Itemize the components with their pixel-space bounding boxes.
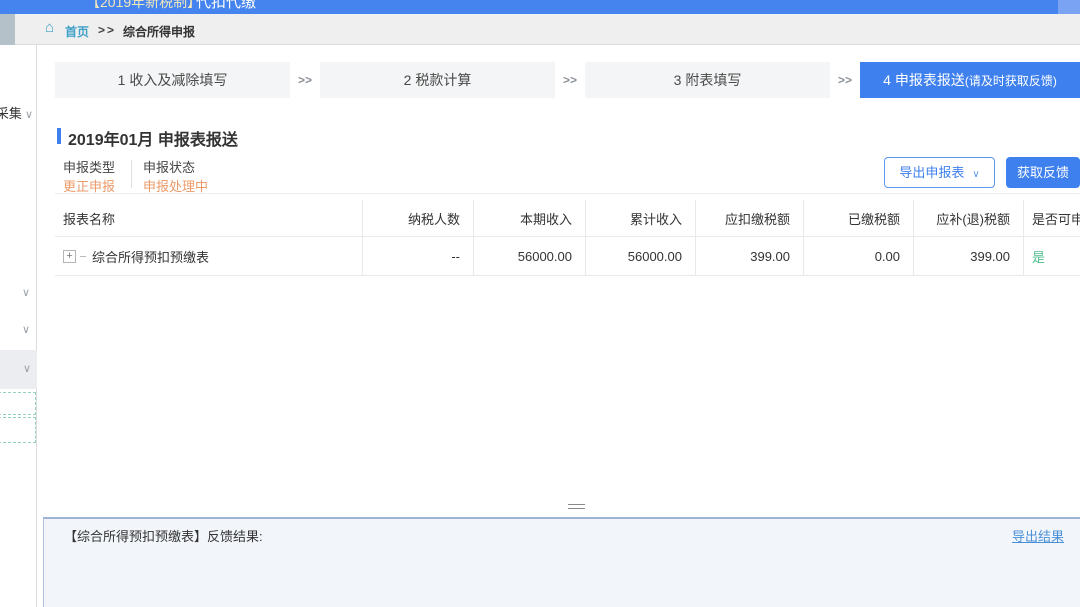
section-title-accent-bar xyxy=(57,128,61,144)
cell-withholding-tax: 399.00 xyxy=(695,237,803,276)
sidebar-item-collection[interactable]: 采集∨ xyxy=(0,103,33,122)
sidebar-item-active[interactable]: ∨ xyxy=(0,350,37,389)
topbar-corner-fragment xyxy=(1058,0,1080,14)
tree-line xyxy=(80,256,86,257)
top-nav-bar: 【2019年新税制】 代扣代缴 xyxy=(0,0,1080,14)
step-separator: >> xyxy=(830,62,860,98)
chevron-down-icon[interactable]: ∨ xyxy=(22,286,30,299)
cell-current-income: 56000.00 xyxy=(473,237,585,276)
step-tab-suffix: (请及时获取反馈) xyxy=(965,74,1057,88)
breadcrumb: ⌂ 首页 >> 综合所得申报 xyxy=(15,14,1080,45)
step-separator: >> xyxy=(290,62,320,98)
sidebar-corner-block xyxy=(0,14,15,45)
home-icon: ⌂ xyxy=(45,19,54,36)
cell-declarable: 是 xyxy=(1023,237,1080,276)
chevron-down-icon: ∨ xyxy=(25,109,33,121)
feedback-panel-title: 【综合所得预扣预缴表】反馈结果: xyxy=(64,526,263,545)
report-name-text: 综合所得预扣预缴表 xyxy=(92,247,209,266)
chevron-down-icon[interactable]: ∨ xyxy=(22,323,30,336)
sidebar-dashed-item[interactable] xyxy=(0,392,36,415)
breadcrumb-home-link[interactable]: 首页 xyxy=(65,23,89,40)
declaration-table: 报表名称 纳税人数 本期收入 累计收入 应扣缴税额 已缴税额 应补(退)税额 是… xyxy=(55,200,1080,276)
chevron-down-icon: ∨ xyxy=(972,169,979,180)
section-divider xyxy=(55,193,1080,194)
breadcrumb-current: 综合所得申报 xyxy=(123,23,195,40)
col-header-total-income: 累计收入 xyxy=(585,200,695,237)
declare-status-label: 申报状态 xyxy=(143,157,195,176)
step-tab-label: 2 税款计算 xyxy=(404,72,472,88)
page-title: 2019年01月 申报表报送 xyxy=(68,126,238,150)
step-tab-income[interactable]: 1 收入及减除填写 xyxy=(55,62,290,98)
cell-taxpayers: -- xyxy=(362,237,473,276)
step-tab-label: 3 附表填写 xyxy=(674,72,742,88)
cell-paid-tax: 0.00 xyxy=(803,237,913,276)
top-nav-tab-withholding[interactable]: 代扣代缴 xyxy=(196,0,256,12)
meta-divider xyxy=(131,160,132,188)
sidebar-item-label: 采集 xyxy=(0,106,22,121)
col-header-current-income: 本期收入 xyxy=(473,200,585,237)
step-tab-label: 1 收入及减除填写 xyxy=(118,72,228,88)
expand-row-icon[interactable]: + xyxy=(63,250,76,263)
export-button-label: 导出申报表 xyxy=(899,165,964,180)
col-header-refund-tax: 应补(退)税额 xyxy=(913,200,1023,237)
col-header-withholding-tax: 应扣缴税额 xyxy=(695,200,803,237)
export-result-link[interactable]: 导出结果 xyxy=(1012,526,1064,545)
col-header-paid-tax: 已缴税额 xyxy=(803,200,913,237)
tax-system-badge: 【2019年新税制】 xyxy=(86,0,201,12)
export-declaration-button[interactable]: 导出申报表 ∨ xyxy=(884,157,995,188)
step-tab-label: 4 申报表报送 xyxy=(883,72,965,88)
col-header-taxpayers: 纳税人数 xyxy=(362,200,473,237)
col-header-declarable: 是否可申 xyxy=(1023,200,1080,237)
get-feedback-button[interactable]: 获取反馈 xyxy=(1006,157,1080,188)
cell-refund-tax: 399.00 xyxy=(913,237,1023,276)
col-header-report-name: 报表名称 xyxy=(55,200,362,237)
sidebar-dashed-item[interactable] xyxy=(0,417,36,443)
feedback-result-panel: 【综合所得预扣预缴表】反馈结果: 导出结果 xyxy=(43,517,1080,607)
left-sidebar: 采集∨ ∨ ∨ ∨ xyxy=(0,45,37,607)
chevron-down-icon: ∨ xyxy=(23,362,31,375)
step-separator: >> xyxy=(555,62,585,98)
breadcrumb-separator: >> xyxy=(98,23,116,37)
step-tab-tax-calc[interactable]: 2 税款计算 xyxy=(320,62,555,98)
table-header-row: 报表名称 纳税人数 本期收入 累计收入 应扣缴税额 已缴税额 应补(退)税额 是… xyxy=(55,200,1080,237)
table-row: + 综合所得预扣预缴表 -- 56000.00 56000.00 399.00 … xyxy=(55,237,1080,276)
step-tab-submit-active[interactable]: 4 申报表报送(请及时获取反馈) xyxy=(860,62,1080,98)
declare-type-label: 申报类型 xyxy=(63,157,115,176)
step-tab-attachments[interactable]: 3 附表填写 xyxy=(585,62,830,98)
cell-report-name: + 综合所得预扣预缴表 xyxy=(55,237,362,276)
cell-total-income: 56000.00 xyxy=(585,237,695,276)
splitter-handle[interactable] xyxy=(568,504,585,509)
